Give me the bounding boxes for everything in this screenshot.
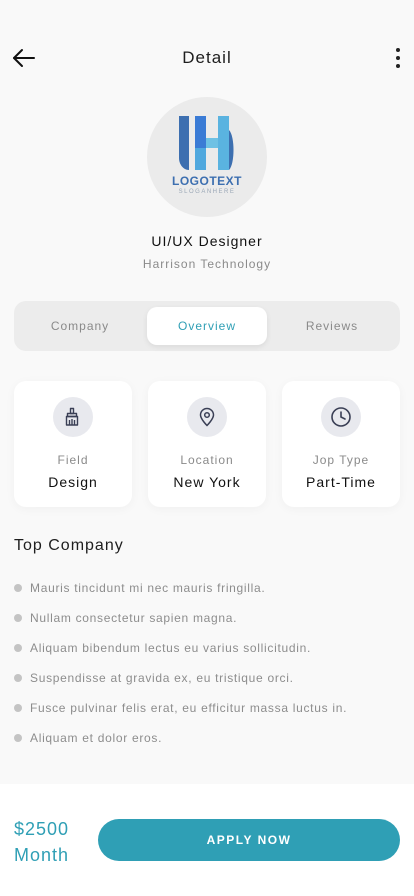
list-item-text: Suspendisse at gravida ex, eu tristique … [30,671,294,685]
section-title: Top Company [14,537,124,554]
clock-icon [331,407,351,427]
list-item-text: Fusce pulvinar felis erat, eu efficitur … [30,701,348,715]
info-card-field: Field Design [14,381,132,507]
card-value: New York [173,474,241,490]
page-title: Detail [182,48,232,67]
tab-overview[interactable]: Overview [147,307,267,345]
bullet-dot-icon [14,614,22,622]
list-item: Fusce pulvinar felis erat, eu efficitur … [14,693,404,723]
logo-slogan: SLOGANHERE [178,188,236,195]
more-vertical-icon [396,48,400,52]
bullet-dot-icon [14,704,22,712]
footer-bar: $2500 Month APPLY NOW [0,784,414,896]
info-card-job-type: Jop Type Part-Time [282,381,400,507]
job-title: UI/UX Designer [151,233,263,249]
list-item-text: Nullam consectetur sapien magna. [30,611,238,625]
salary-price: $2500 Month [14,816,69,868]
paint-brush-icon [65,407,79,426]
list-item-text: Aliquam bibendum lectus eu varius sollic… [30,641,312,655]
more-options-button[interactable] [390,44,406,72]
price-period: Month [14,845,70,865]
tab-bar: Company Overview Reviews [14,301,400,351]
logo-text: LOGOTEXT [172,173,242,188]
card-label: Location [180,453,234,467]
bullet-dot-icon [14,734,22,742]
list-item: Mauris tincidunt mi nec mauris fringilla… [14,573,404,603]
apply-now-button[interactable]: APPLY NOW [98,819,400,861]
list-item: Suspendisse at gravida ex, eu tristique … [14,663,404,693]
list-item-text: Mauris tincidunt mi nec mauris fringilla… [30,581,266,595]
tab-reviews[interactable]: Reviews [272,307,392,345]
company-highlights-list: Mauris tincidunt mi nec mauris fringilla… [14,573,404,753]
price-amount: $2500 [14,819,70,839]
info-card-location: Location New York [148,381,266,507]
list-item: Aliquam bibendum lectus eu varius sollic… [14,633,404,663]
list-item-text: Aliquam et dolor eros. [30,731,163,745]
card-value: Design [48,474,98,490]
company-name: Harrison Technology [142,257,272,271]
list-item: Aliquam et dolor eros. [14,723,404,753]
card-label: Field [57,453,89,467]
bullet-dot-icon [14,644,22,652]
bullet-dot-icon [14,584,22,592]
logo-h-icon [179,115,234,170]
bullet-dot-icon [14,674,22,682]
card-value: Part-Time [306,474,376,490]
company-logo: LOGOTEXT SLOGANHERE [147,97,267,217]
card-label: Jop Type [312,453,370,467]
list-item: Nullam consectetur sapien magna. [14,603,404,633]
tab-company[interactable]: Company [20,307,140,345]
location-pin-icon [199,407,215,427]
